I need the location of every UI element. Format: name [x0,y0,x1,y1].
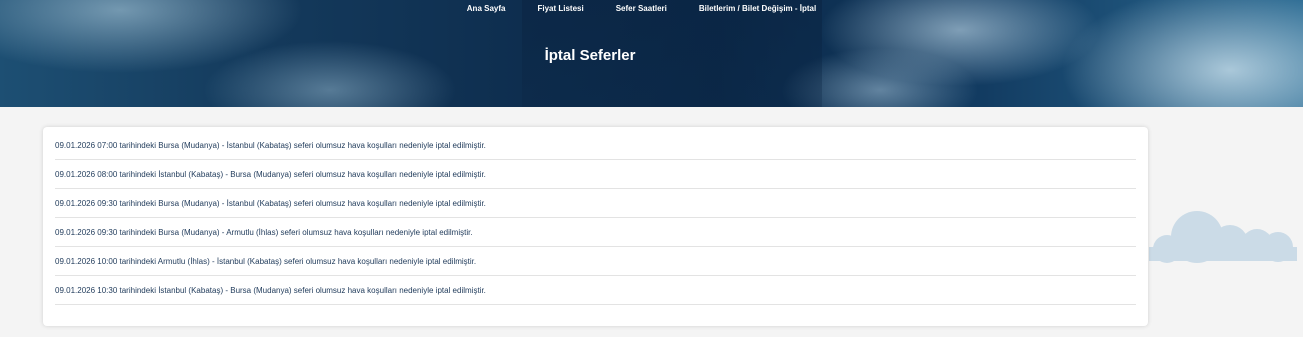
list-item: 09.01.2026 08:00 tarihindeki İstanbul (K… [55,160,1136,189]
cancellation-text: 09.01.2026 08:00 tarihindeki İstanbul (K… [55,169,486,179]
list-item: 09.01.2026 07:00 tarihindeki Bursa (Muda… [55,131,1136,160]
nav-link-price-list[interactable]: Fiyat Listesi [521,4,599,13]
hero-banner: Ana Sayfa Fiyat Listesi Sefer Saatleri B… [0,0,1303,107]
nav-link-home[interactable]: Ana Sayfa [451,4,522,13]
cloud-decoration [1149,211,1297,263]
cancellation-text: 09.01.2026 10:00 tarihindeki Armutlu (İh… [55,256,477,266]
list-item: 09.01.2026 10:00 tarihindeki Armutlu (İh… [55,247,1136,276]
cancellation-text: 09.01.2026 10:30 tarihindeki İstanbul (K… [55,285,486,295]
cancellation-text: 09.01.2026 07:00 tarihindeki Bursa (Muda… [55,140,486,150]
list-item: 09.01.2026 10:30 tarihindeki İstanbul (K… [55,276,1136,305]
nav-link-schedule[interactable]: Sefer Saatleri [600,4,683,13]
page-title: İptal Seferler [544,47,636,64]
top-navigation: Ana Sayfa Fiyat Listesi Sefer Saatleri B… [0,4,1303,13]
cancellation-text: 09.01.2026 09:30 tarihindeki Bursa (Muda… [55,227,473,237]
list-item: 09.01.2026 09:30 tarihindeki Bursa (Muda… [55,218,1136,247]
cancellation-text: 09.01.2026 09:30 tarihindeki Bursa (Muda… [55,198,486,208]
nav-link-my-tickets[interactable]: Biletlerim / Bilet Değişim - İptal [683,4,832,13]
list-item: 09.01.2026 09:30 tarihindeki Bursa (Muda… [55,189,1136,218]
cancellations-card: 09.01.2026 07:00 tarihindeki Bursa (Muda… [43,127,1148,326]
